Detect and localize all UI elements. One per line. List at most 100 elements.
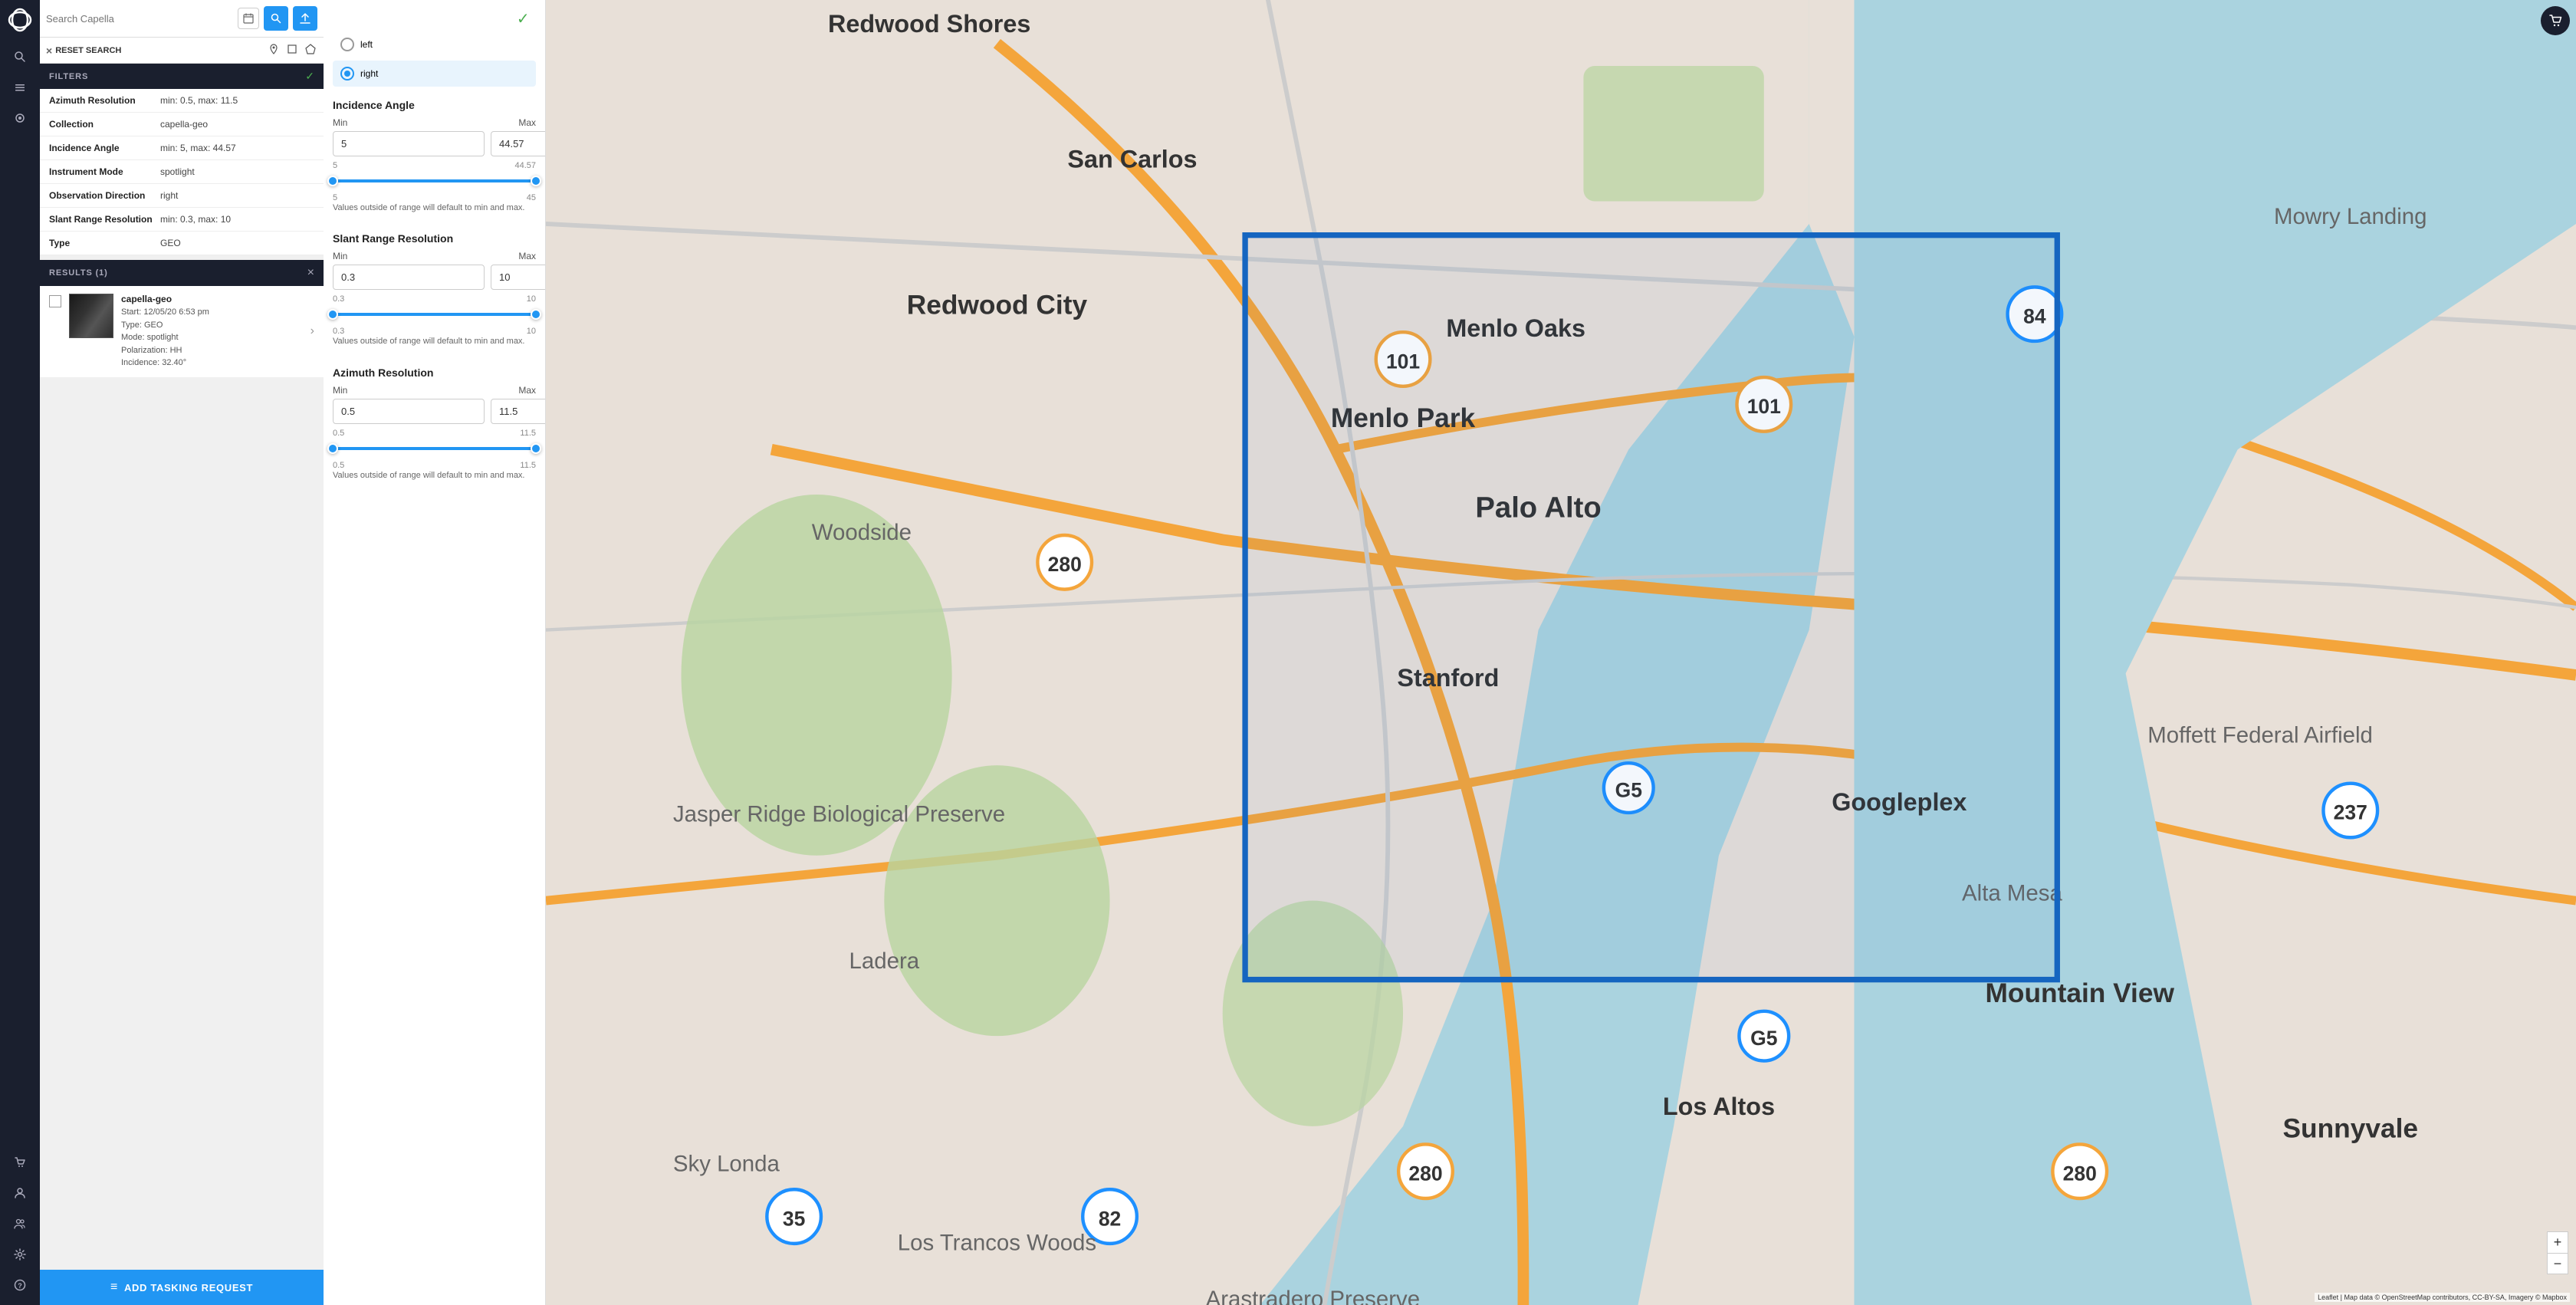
incidence-note: Values outside of range will default to … bbox=[333, 202, 536, 214]
incidence-min-label: Min bbox=[333, 117, 347, 128]
svg-text:G5: G5 bbox=[1750, 1027, 1777, 1050]
filters-header: FILTERS ✓ bbox=[40, 64, 324, 89]
group-nav-btn[interactable] bbox=[6, 1210, 34, 1238]
azimuth-range-max: 11.5 bbox=[520, 461, 536, 470]
svg-text:Ladera: Ladera bbox=[849, 948, 920, 974]
radio-right-label: right bbox=[360, 68, 378, 79]
svg-text:Redwood Shores: Redwood Shores bbox=[828, 10, 1030, 38]
map-svg: 280 101 101 84 880 237 G5 G5 35 280 280 … bbox=[546, 0, 2576, 1305]
result-detail-type: Type: GEO bbox=[121, 319, 303, 332]
azimuth-minmax: 0.5 11.5 bbox=[333, 461, 536, 470]
azimuth-section-title: Azimuth Resolution bbox=[333, 367, 536, 379]
filter-label-incidence: Incidence Angle bbox=[49, 143, 160, 153]
result-detail-mode: Mode: spotlight bbox=[121, 331, 303, 344]
zoom-out-btn[interactable]: − bbox=[2547, 1253, 2568, 1274]
add-tasking-btn[interactable]: ≡ ADD TASKING REQUEST bbox=[40, 1270, 324, 1305]
svg-text:Sky Londa: Sky Londa bbox=[673, 1152, 780, 1177]
svg-text:Mowry Landing: Mowry Landing bbox=[2274, 204, 2426, 229]
filter-value-incidence: min: 5, max: 44.57 bbox=[160, 143, 236, 153]
user-nav-btn[interactable] bbox=[6, 1179, 34, 1207]
radio-right-circle bbox=[340, 67, 354, 81]
filter-row-mode: Instrument Mode spotlight bbox=[40, 160, 324, 184]
search-input[interactable] bbox=[46, 13, 233, 25]
cart-nav-btn[interactable] bbox=[6, 1149, 34, 1176]
filter-label-collection: Collection bbox=[49, 119, 160, 130]
azimuth-note: Values outside of range will default to … bbox=[333, 470, 536, 482]
settings-nav-btn[interactable] bbox=[6, 1241, 34, 1268]
results-close-btn[interactable]: × bbox=[307, 266, 314, 280]
filter-row-collection: Collection capella-geo bbox=[40, 113, 324, 136]
slant-note: Values outside of range will default to … bbox=[333, 336, 536, 347]
sidebar: ? bbox=[0, 0, 40, 1305]
polygon-draw-btn[interactable] bbox=[304, 42, 317, 58]
reset-search-btn[interactable]: × RESET SEARCH bbox=[46, 44, 121, 57]
map-area[interactable]: 280 101 101 84 880 237 G5 G5 35 280 280 … bbox=[546, 0, 2576, 1305]
svg-text:?: ? bbox=[18, 1282, 22, 1290]
slant-max-input[interactable] bbox=[491, 265, 546, 290]
slant-section-title: Slant Range Resolution bbox=[333, 232, 536, 245]
radio-left[interactable]: left bbox=[333, 31, 536, 58]
search-submit-btn[interactable] bbox=[264, 6, 288, 31]
incidence-range-row bbox=[333, 131, 536, 156]
filters-title: FILTERS bbox=[49, 72, 88, 81]
filter-label-slant: Slant Range Resolution bbox=[49, 214, 160, 225]
azimuth-min-label: Min bbox=[333, 385, 347, 396]
radio-left-label: left bbox=[360, 39, 373, 50]
incidence-section-title: Incidence Angle bbox=[333, 99, 536, 111]
svg-text:35: 35 bbox=[783, 1207, 805, 1230]
location-pin-btn[interactable] bbox=[267, 42, 281, 58]
result-detail-inc: Incidence: 32.40° bbox=[121, 357, 303, 370]
svg-text:82: 82 bbox=[1099, 1207, 1121, 1230]
incidence-max-label: Max bbox=[518, 117, 536, 128]
slant-range-min: 0.3 bbox=[333, 327, 344, 336]
svg-text:San Carlos: San Carlos bbox=[1067, 145, 1197, 173]
azimuth-max-label: Max bbox=[518, 385, 536, 396]
help-nav-btn[interactable]: ? bbox=[6, 1271, 34, 1299]
incidence-label-row: Min Max bbox=[333, 117, 536, 128]
result-item-0[interactable]: capella-geo Start: 12/05/20 6:53 pm Type… bbox=[40, 286, 324, 377]
result-arrow-0: › bbox=[310, 324, 314, 338]
reset-bar: × RESET SEARCH bbox=[40, 38, 324, 64]
filter-overlay: ✓ left right Incidence Angle Min Max 5 4… bbox=[324, 0, 546, 1305]
slant-min-input[interactable] bbox=[333, 265, 485, 290]
svg-text:Jasper Ridge Biological Preser: Jasper Ridge Biological Preserve bbox=[673, 802, 1005, 827]
filters-check-icon: ✓ bbox=[305, 70, 314, 83]
slant-slider[interactable] bbox=[333, 307, 536, 322]
slant-range-labels: 0.3 10 bbox=[333, 294, 536, 304]
incidence-max-input[interactable] bbox=[491, 131, 546, 156]
result-checkbox-0[interactable] bbox=[49, 295, 61, 307]
slant-max-label: Max bbox=[518, 251, 536, 261]
svg-text:280: 280 bbox=[1048, 553, 1082, 576]
filter-nav-btn[interactable] bbox=[6, 104, 34, 132]
square-draw-btn[interactable] bbox=[285, 42, 299, 58]
slant-label-row: Min Max bbox=[333, 251, 536, 261]
map-attribution: Leaflet | Map data © OpenStreetMap contr… bbox=[2315, 1293, 2570, 1302]
azimuth-slider[interactable] bbox=[333, 441, 536, 456]
filter-row-azimuth: Azimuth Resolution min: 0.5, max: 11.5 bbox=[40, 89, 324, 113]
filter-label-type: Type bbox=[49, 238, 160, 248]
filter-value-type: GEO bbox=[160, 238, 181, 248]
slant-slider-max: 10 bbox=[527, 294, 536, 304]
app-logo bbox=[6, 6, 34, 34]
main-panel: × RESET SEARCH FILTERS bbox=[40, 0, 324, 1305]
azimuth-min-input[interactable] bbox=[333, 399, 485, 424]
filter-label-mode: Instrument Mode bbox=[49, 166, 160, 177]
layers-nav-btn[interactable] bbox=[6, 74, 34, 101]
incidence-slider[interactable] bbox=[333, 173, 536, 189]
incidence-range-min: 5 bbox=[333, 193, 337, 202]
svg-text:Arastradero Preserve: Arastradero Preserve bbox=[1206, 1287, 1420, 1305]
azimuth-max-input[interactable] bbox=[491, 399, 546, 424]
search-nav-btn[interactable] bbox=[6, 43, 34, 71]
svg-text:Los Altos: Los Altos bbox=[1663, 1093, 1775, 1120]
svg-text:Mountain View: Mountain View bbox=[1985, 978, 2174, 1008]
incidence-range-labels: 5 44.57 bbox=[333, 161, 536, 170]
incidence-slider-max: 44.57 bbox=[514, 161, 536, 170]
upload-btn[interactable] bbox=[293, 6, 317, 31]
azimuth-range-row bbox=[333, 399, 536, 424]
radio-right[interactable]: right bbox=[333, 61, 536, 87]
add-tasking-icon: ≡ bbox=[110, 1280, 118, 1294]
calendar-btn[interactable] bbox=[238, 8, 259, 29]
incidence-min-input[interactable] bbox=[333, 131, 485, 156]
zoom-in-btn[interactable]: + bbox=[2547, 1231, 2568, 1253]
cart-map-btn[interactable] bbox=[2541, 6, 2570, 35]
